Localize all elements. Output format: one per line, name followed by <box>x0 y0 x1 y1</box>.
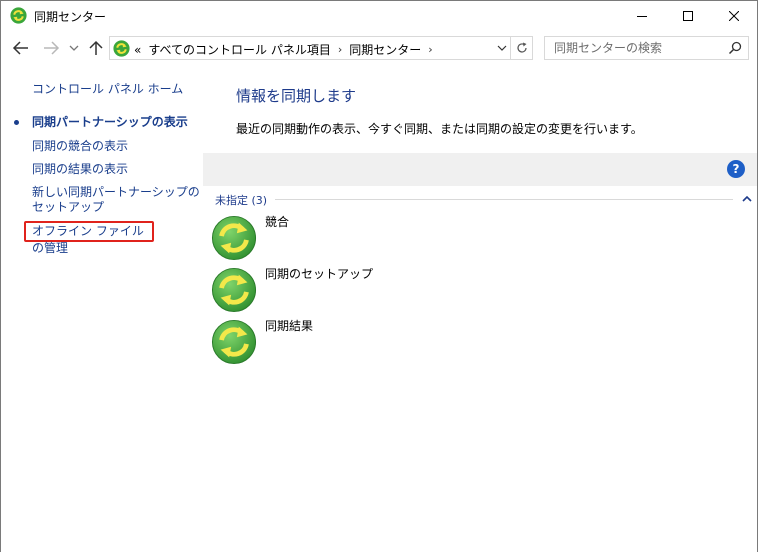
breadcrumb-overflow[interactable]: « <box>134 43 141 57</box>
sidebar-item-view-results[interactable]: 同期の結果の表示 <box>32 162 200 177</box>
navigation-bar: « すべてのコントロール パネル項目 › 同期センター › <box>1 31 757 65</box>
sync-icon <box>211 319 257 365</box>
group-label: 未指定 (3) <box>215 192 272 208</box>
close-icon <box>729 11 739 21</box>
window-title: 同期センター <box>34 10 107 24</box>
search-input[interactable] <box>545 37 725 59</box>
back-arrow-icon[interactable] <box>11 38 31 58</box>
sync-center-app-icon <box>10 7 27 24</box>
sync-icon <box>211 267 257 313</box>
refresh-button[interactable] <box>511 36 533 60</box>
sync-item-setup[interactable]: 同期のセットアップ <box>211 267 511 315</box>
page-description: 最近の同期動作の表示、今すぐ同期、または同期の設定の変更を行います。 <box>236 122 643 136</box>
group-header-unspecified[interactable]: 未指定 (3) <box>215 192 753 208</box>
help-icon[interactable]: ? <box>727 160 745 178</box>
title-bar[interactable]: 同期センター <box>1 1 757 31</box>
breadcrumb-all-control-panel-items[interactable]: すべてのコントロール パネル項目 <box>148 41 331 58</box>
chevron-up-icon[interactable] <box>741 193 753 205</box>
sync-item-label: 同期結果 <box>265 319 314 333</box>
active-item-bullet <box>14 120 19 125</box>
maximize-icon <box>683 11 693 21</box>
search-icon[interactable] <box>728 41 742 55</box>
command-bar: ? <box>203 153 757 186</box>
breadcrumb-separator[interactable]: › <box>338 43 342 56</box>
breadcrumb-separator[interactable]: › <box>428 43 432 56</box>
page-title: 情報を同期します <box>236 87 357 105</box>
recent-locations-chevron-icon[interactable] <box>67 38 81 58</box>
sync-center-location-icon <box>113 40 130 57</box>
address-history-dropdown[interactable] <box>494 37 510 59</box>
sync-item-label: 競合 <box>265 215 290 229</box>
maximize-button[interactable] <box>665 1 711 31</box>
task-pane: コントロール パネル ホーム 同期パートナーシップの表示 同期の競合の表示 同期… <box>1 65 201 552</box>
sidebar-item-view-partnerships[interactable]: 同期パートナーシップの表示 <box>32 115 200 130</box>
sync-item-label: 同期のセットアップ <box>265 267 374 281</box>
breadcrumb: « すべてのコントロール パネル項目 › 同期センター › <box>134 41 433 58</box>
sidebar-item-manage-offline-files[interactable]: オフライン ファイルの管理 <box>24 221 154 255</box>
close-button[interactable] <box>711 1 757 31</box>
minimize-icon <box>637 16 647 17</box>
search-box[interactable] <box>544 36 749 60</box>
control-panel-home-link[interactable]: コントロール パネル ホーム <box>32 80 183 97</box>
forward-arrow-icon[interactable] <box>41 38 61 58</box>
sync-item-conflicts[interactable]: 競合 <box>211 215 511 263</box>
group-divider <box>275 199 733 200</box>
sidebar-item-view-conflicts[interactable]: 同期の競合の表示 <box>32 139 200 154</box>
sidebar-item-setup-new-partnership[interactable]: 新しい同期パートナーシップのセットアップ <box>32 185 200 215</box>
breadcrumb-sync-center[interactable]: 同期センター <box>349 41 421 58</box>
sync-item-results[interactable]: 同期結果 <box>211 319 511 367</box>
chevron-down-icon <box>497 45 507 51</box>
minimize-button[interactable] <box>619 1 665 31</box>
main-content: 情報を同期します 最近の同期動作の表示、今すぐ同期、または同期の設定の変更を行い… <box>201 65 757 552</box>
address-bar[interactable]: « すべてのコントロール パネル項目 › 同期センター › <box>109 36 511 60</box>
sync-icon <box>211 215 257 261</box>
sync-center-window: 同期センター « すべてのコントロール パネル項目 › 同期センター › 同期セ… <box>0 0 758 552</box>
refresh-icon <box>516 42 527 53</box>
up-arrow-icon[interactable] <box>86 38 106 58</box>
